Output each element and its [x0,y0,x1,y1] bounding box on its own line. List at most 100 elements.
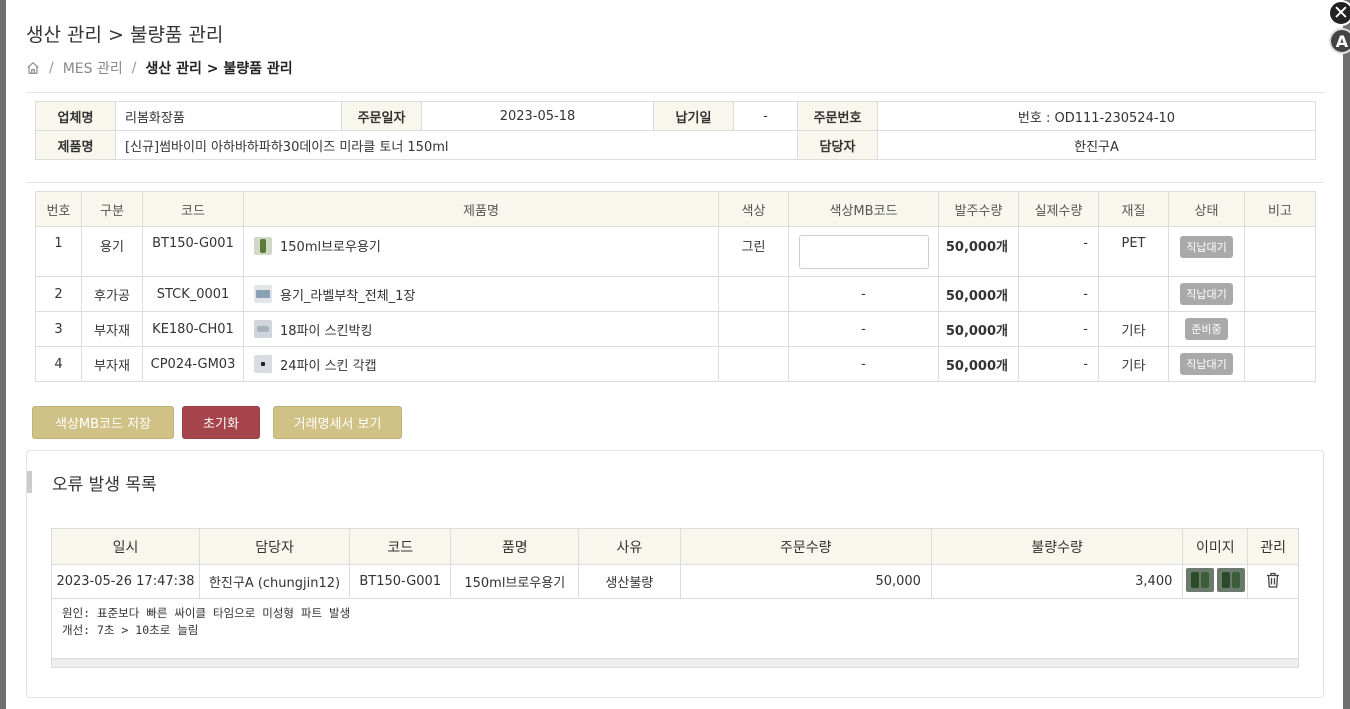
breadcrumb-separator: / [131,60,137,76]
mb-code-input[interactable] [798,235,929,269]
status-cell: 직납대기 [1168,226,1245,277]
order-date-value: 2023-05-18 [421,101,654,131]
error-code: BT150-G001 [349,564,452,599]
real-qty: - [1018,311,1099,347]
defect-image-thumb[interactable] [1216,567,1245,592]
item-color: 그린 [718,226,789,277]
real-qty: - [1018,226,1099,277]
item-code: CP024-GM03 [142,346,244,382]
item-type: 부자재 [81,346,143,382]
error-list-title: 오류 발생 목록 [27,471,157,495]
page-title: 생산 관리 > 불량품 관리 [26,24,224,46]
manage-cell [1247,564,1299,599]
error-manager: 한진구A (chungjin12) [199,564,351,599]
item-type: 후가공 [81,276,143,312]
col-header: 구분 [81,191,143,227]
item-code: STCK_0001 [142,276,244,312]
col-header: 불량수량 [930,528,1184,565]
status-badge: 직납대기 [1180,236,1233,258]
a-button[interactable]: A [1329,28,1350,54]
scrollbar-row [51,658,1299,668]
company-value: 리봄화장품 [115,101,342,131]
col-header: 품명 [450,528,580,565]
error-images-cell [1182,564,1249,599]
trash-icon[interactable] [1266,572,1280,588]
table-row: 3 부자재 KE180-CH01 18파이 스킨박킹 - 50,000개 - 기… [35,311,1316,347]
reset-button[interactable]: 초기화 [182,406,260,439]
table-row: 4 부자재 CP024-GM03 24파이 스킨 각캡 - 50,000개 - … [35,346,1316,382]
status-cell: 준비중 [1168,311,1245,347]
item-color [718,346,789,382]
status-cell: 직납대기 [1168,276,1245,312]
mb-code: - [788,346,939,382]
order-qty: 50,000개 [938,276,1019,312]
item-name: 150ml브로우용기 [280,240,381,255]
col-header: 재질 [1098,191,1169,227]
col-header: 제품명 [243,191,719,227]
order-qty: 50,000개 [938,346,1019,382]
defect-image-thumb[interactable] [1185,567,1214,592]
item-material: 기타 [1098,346,1169,382]
order-qty: 50,000개 [938,226,1019,277]
order-qty: 50,000개 [938,311,1019,347]
items-table: 번호 구분 코드 제품명 색상 색상MB코드 발주수량 실제수량 재질 상태 비… [35,191,1316,382]
col-header: 관리 [1247,528,1299,565]
item-type: 용기 [81,226,143,277]
error-datetime: 2023-05-26 17:47:38 [50,564,201,599]
col-header: 상태 [1168,191,1245,227]
error-defect-qty: 3,400 [930,564,1184,599]
col-header: 일시 [50,528,201,565]
col-header: 주문수량 [679,528,932,565]
item-type: 부자재 [81,311,143,347]
col-header: 코드 [142,191,244,227]
status-cell: 직납대기 [1168,346,1245,382]
item-memo [1244,346,1316,382]
error-order-qty: 50,000 [679,564,932,599]
item-memo [1244,276,1316,312]
item-code: BT150-G001 [142,226,244,277]
breadcrumb-current: 생산 관리 > 불량품 관리 [145,61,293,77]
col-header: 사유 [578,528,681,565]
col-header: 색상MB코드 [788,191,939,227]
save-mb-code-button[interactable]: 색상MB코드 저장 [32,406,174,439]
item-name: 용기_라벨부착_전체_1장 [280,288,416,304]
item-no: 4 [35,346,82,382]
item-memo [1244,311,1316,347]
col-header: 번호 [35,191,82,227]
printer-thumb-icon [254,285,272,303]
packing-thumb-icon [254,320,272,338]
close-icon[interactable]: ✕ [1328,0,1350,26]
bottle-thumb-icon [254,236,272,255]
view-statement-button[interactable]: 거래명세서 보기 [273,406,402,439]
order-no-label: 주문번호 [797,101,878,131]
real-qty: - [1018,346,1099,382]
item-color [718,276,789,312]
item-no: 3 [35,311,82,347]
manager-value: 한진구A [877,130,1316,160]
item-material: 기타 [1098,311,1169,347]
breadcrumb-parent[interactable]: MES 관리 [63,58,123,78]
item-no: 1 [35,226,82,277]
status-badge: 준비중 [1185,318,1228,340]
order-no-value: 번호 : OD111-230524-10 [877,101,1316,131]
order-date-label: 주문일자 [341,101,422,131]
divider [26,92,1324,93]
item-memo [1244,226,1316,277]
delivery-label: 납기일 [653,101,734,131]
company-label: 업체명 [35,101,116,131]
item-name: 24파이 스킨 각캡 [280,358,377,374]
col-header: 담당자 [199,528,351,565]
item-material: PET [1098,226,1169,277]
home-icon[interactable] [26,61,40,75]
horizontal-scrollbar[interactable] [51,658,1299,668]
mb-code: - [788,276,939,312]
col-header: 코드 [349,528,452,565]
col-header: 색상 [718,191,789,227]
error-note: 원인: 표준보다 빠른 싸이클 타임으로 미성형 파트 발생 개선: 7초 > … [51,598,1299,659]
order-info-table: 업체명 리봄화장품 주문일자 2023-05-18 납기일 - 주문번호 번호 … [35,101,1316,160]
divider [26,182,1324,183]
error-table: 일시 담당자 코드 품명 사유 주문수량 불량수량 이미지 관리 2023-05… [50,528,1299,668]
item-name: 18파이 스킨박킹 [280,323,373,339]
error-note-row: 원인: 표준보다 빠른 싸이클 타임으로 미성형 파트 발생 개선: 7초 > … [51,598,1299,659]
col-header: 비고 [1244,191,1316,227]
